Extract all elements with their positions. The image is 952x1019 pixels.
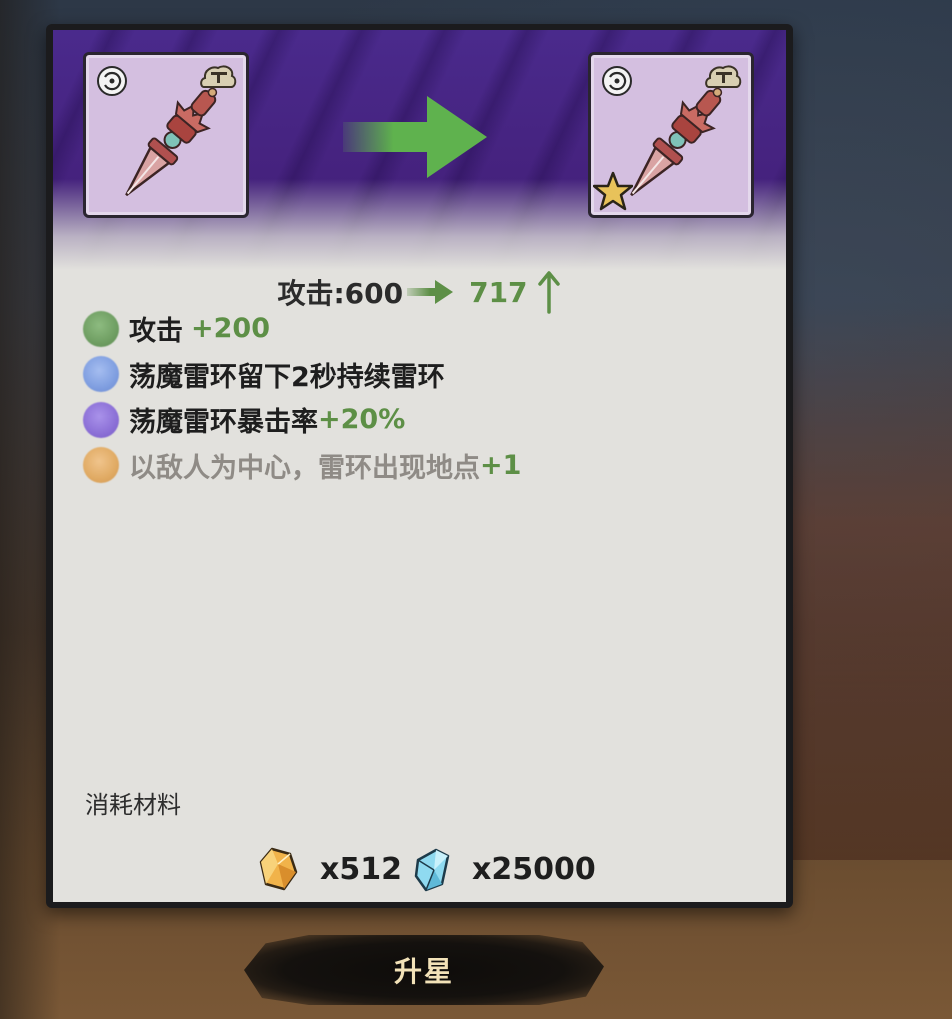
green-orb-icon: [83, 310, 119, 347]
bonus-value: +200: [191, 313, 270, 345]
purple-orb-icon: [83, 401, 119, 438]
materials-row: x512 x25000: [258, 844, 596, 894]
materials-label: 消耗材料: [85, 791, 181, 819]
bonus-label: 以敌人为中心，雷环出现地点: [129, 452, 480, 484]
dagger-weapon-icon: [125, 87, 218, 197]
bonus-item: 荡魔雷环留下2秒持续雷环: [83, 352, 763, 398]
blue-crystal-quantity: x25000: [471, 851, 596, 887]
bonus-list: 攻击 +200 荡魔雷环留下2秒持续雷环 荡魔雷环暴击率 +20% 以敌人为中心…: [83, 306, 763, 488]
bonus-label: 攻击: [129, 316, 183, 348]
orange-orb-icon: [83, 447, 119, 484]
right-arrow-icon: [407, 280, 454, 304]
stat-new-value: 717: [469, 275, 528, 309]
bonus-item: 以敌人为中心，雷环出现地点 +1: [83, 443, 763, 489]
blue-crystal-icon: [414, 848, 450, 892]
amber-crystal-quantity: x512: [320, 851, 402, 887]
bonus-item: 荡魔雷环暴击率 +20%: [83, 397, 763, 443]
star-icon: [593, 171, 633, 211]
star-up-button[interactable]: 升星: [244, 935, 604, 1005]
amber-crystal-icon: [259, 847, 298, 891]
star-up-button-label: 升星: [393, 955, 454, 988]
bonus-value: +20%: [318, 404, 406, 436]
bonus-label: 荡魔雷环暴击率: [129, 407, 318, 439]
bonus-value: +1: [480, 449, 522, 481]
bonus-label: 荡魔雷环留下2秒持续雷环: [129, 361, 445, 393]
dialog-body: 攻击:600 717 攻击 +200 荡魔雷环留下2秒持续雷环 荡魔雷环暴击率 …: [53, 30, 786, 902]
item-card-current[interactable]: [83, 52, 249, 218]
item-card-upgraded[interactable]: [588, 52, 754, 218]
bonus-item: 攻击 +200: [83, 306, 763, 352]
upgrade-dialog: 攻击:600 717 攻击 +200 荡魔雷环留下2秒持续雷环 荡魔雷环暴击率 …: [46, 24, 793, 908]
right-arrow-icon: [343, 96, 487, 178]
blue-orb-icon: [83, 356, 119, 393]
background-rock: [790, 300, 952, 860]
